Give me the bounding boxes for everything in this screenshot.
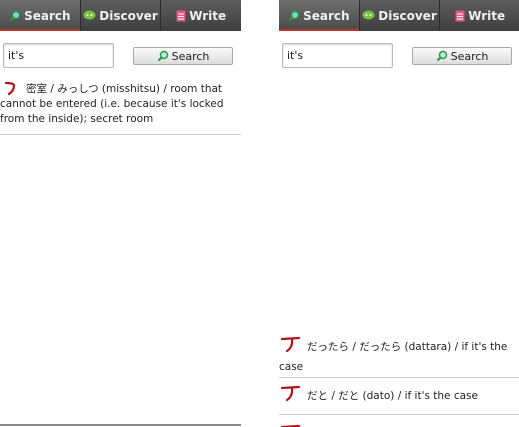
stroke-order-icon <box>280 336 301 353</box>
search-input[interactable] <box>282 43 393 68</box>
tab-search-label: Search <box>24 8 71 23</box>
tab-discover[interactable]: Discover <box>81 0 162 31</box>
search-icon <box>288 10 300 21</box>
left-screen: Search Discover Write Search 密室 / みっしつ <box>0 0 241 427</box>
tab-write-label: Write <box>468 8 506 23</box>
tab-search[interactable]: Search <box>0 0 81 31</box>
tab-discover[interactable]: Discover <box>360 0 441 31</box>
right-screen: Search Discover Write Search だっ <box>279 0 519 427</box>
tab-write[interactable]: Write <box>440 0 519 31</box>
result-item-partial[interactable] <box>279 415 519 427</box>
divider <box>0 424 241 426</box>
chat-bubble-icon <box>362 10 375 20</box>
stroke-order-icon <box>280 385 301 402</box>
tab-bar: Search Discover Write <box>0 0 241 31</box>
search-input[interactable] <box>3 43 114 68</box>
search-icon <box>436 50 447 62</box>
notepad-icon <box>455 10 465 21</box>
result-text: だったら / だったら (dattara) / if it's the case <box>279 341 508 373</box>
result-item[interactable]: だと / だと (dato) / if it's the case <box>279 378 519 415</box>
tab-search-label: Search <box>303 8 350 23</box>
result-text: 密室 / みっしつ (misshitsu) / room that cannot… <box>0 83 224 125</box>
tab-discover-label: Discover <box>378 8 437 23</box>
search-button[interactable]: Search <box>133 47 233 65</box>
search-icon <box>9 10 21 21</box>
search-button[interactable]: Search <box>412 47 512 65</box>
search-button-label: Search <box>450 49 489 63</box>
result-item[interactable]: 密室 / みっしつ (misshitsu) / room that cannot… <box>0 78 241 135</box>
tab-write-label: Write <box>189 8 227 23</box>
stroke-order-icon <box>280 424 301 427</box>
result-text: だと / だと (dato) / if it's the case <box>307 390 478 402</box>
tab-search[interactable]: Search <box>279 0 360 31</box>
chat-bubble-icon <box>83 10 96 20</box>
result-item[interactable]: だったら / だったら (dattara) / if it's the case <box>279 331 519 378</box>
tab-discover-label: Discover <box>99 8 158 23</box>
notepad-icon <box>176 10 186 21</box>
tab-bar: Search Discover Write <box>279 0 519 31</box>
search-button-label: Search <box>171 49 210 63</box>
tab-write[interactable]: Write <box>161 0 241 31</box>
search-icon <box>157 50 168 62</box>
stroke-order-icon <box>4 81 16 96</box>
